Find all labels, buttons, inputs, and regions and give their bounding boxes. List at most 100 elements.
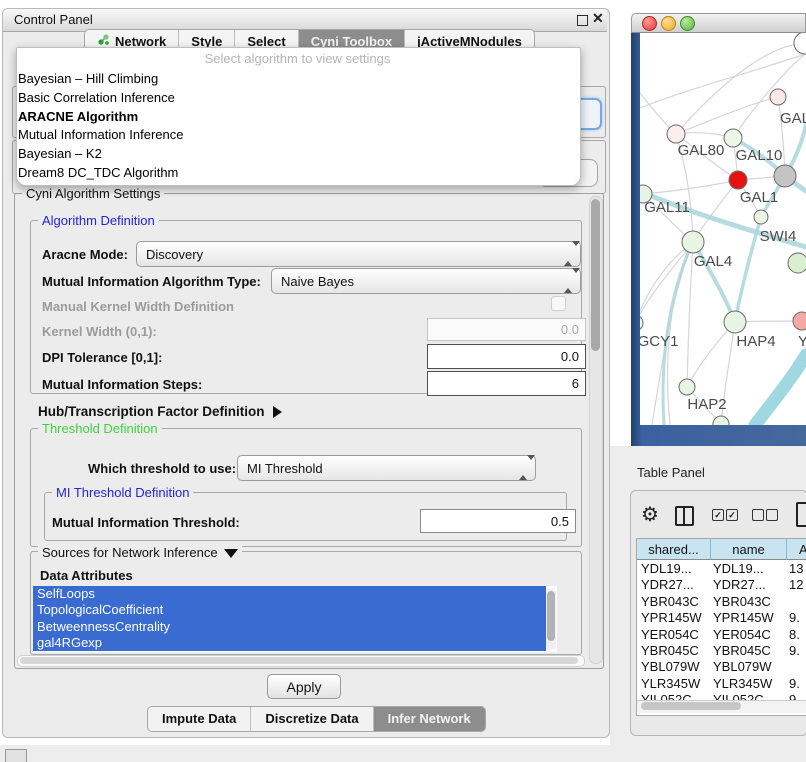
network-edge[interactable] [755,355,806,425]
column-header-partial[interactable]: A [787,539,806,560]
table-row[interactable]: YBR043CYBR043C [637,594,806,610]
aracne-mode-select[interactable]: Discovery [136,241,581,267]
dpi-tolerance-field[interactable]: 0.0 [427,344,586,369]
mi-type-select[interactable]: Naive Bayes [271,268,581,294]
attribute-item-betweennesscentrality[interactable]: BetweennessCentrality [33,619,546,635]
table-cell[interactable]: YDL19... [637,561,710,577]
table-row[interactable]: YPR145WYPR145W9. [637,610,806,626]
table-cell[interactable]: 8. [786,627,806,643]
network-window-titlebar[interactable] [631,13,806,33]
table-cell[interactable]: YDL19... [710,561,786,577]
tab-infer-network[interactable]: Infer Network [373,707,485,731]
checked-checkbox-icon[interactable]: ✓ [726,509,738,521]
table-horizontal-thumb[interactable] [641,702,741,710]
close-icon[interactable]: ✕ [592,10,604,27]
gear-icon[interactable]: ⚙ [641,502,659,527]
table-row[interactable]: YLR345WYLR345W9. [637,676,806,692]
attribute-item-gal4rgexp[interactable]: gal4RGexp [33,635,546,651]
network-graph[interactable]: GALGAL80GAL10GAL1GAL11SWI4GAL4GCY1HAP4YH… [640,33,806,425]
algorithm-item-basic-correlation-inference[interactable]: Basic Correlation Inference [18,89,538,108]
table-cell[interactable]: YBL079W [710,659,786,675]
network-node-node-salmon[interactable] [793,312,806,330]
network-canvas[interactable]: GALGAL80GAL10GAL1GAL11SWI4GAL4GCY1HAP4YH… [640,33,806,425]
table-cell[interactable]: YBR043C [637,594,710,610]
float-window-icon[interactable] [577,15,588,26]
tab-impute-data[interactable]: Impute Data [148,707,250,731]
network-node-gal-partial-top[interactable] [770,89,786,105]
algorithm-item-mutual-information-inference[interactable]: Mutual Information Inference [18,126,538,145]
table-row[interactable]: YBL079WYBL079W [637,659,806,675]
table-cell[interactable]: 9. [786,643,806,659]
algorithm-item-dream8-dc-tdc-algorithm[interactable]: Dream8 DC_TDC Algorithm [18,164,538,183]
algorithm-item-bayesian-hill-climbing[interactable]: Bayesian – Hill Climbing [18,70,538,89]
algorithm-item-bayesian-k2[interactable]: Bayesian – K2 [18,145,538,164]
manual-kernel-checkbox[interactable] [551,296,566,311]
network-edge[interactable] [687,242,693,387]
network-node-gcy1[interactable] [640,315,643,331]
columns-icon[interactable] [675,506,694,526]
network-node-hap4[interactable] [724,311,746,333]
tab-discretize-data[interactable]: Discretize Data [250,707,372,731]
table-row[interactable]: YIL052CYIL052C9. [637,692,806,700]
zoom-traffic-light-icon[interactable] [680,16,695,31]
table-cell[interactable] [786,659,806,675]
network-node-swi4[interactable] [754,210,768,224]
table-cell[interactable]: YIL052C [710,692,786,700]
apply-button[interactable]: Apply [267,674,341,699]
minimize-traffic-light-icon[interactable] [661,16,676,31]
table-row[interactable]: YDL19...YDL19...13 [637,561,806,577]
table-cell[interactable]: 9. [786,610,806,626]
mi-threshold-field[interactable]: 0.5 [420,509,576,533]
table-cell[interactable]: YLR345W [710,676,786,692]
table-cell[interactable]: YLR345W [637,676,710,692]
table-cell[interactable] [786,594,806,610]
which-threshold-select[interactable]: MI Threshold [237,455,536,481]
table-cell[interactable]: YER054C [637,627,710,643]
network-node-node-top-right[interactable] [794,33,806,54]
unchecked-checkbox-icon[interactable] [752,509,764,521]
table-row[interactable]: YBR045CYBR045C9. [637,643,806,659]
attribute-item-topologicalcoefficient[interactable]: TopologicalCoefficient [33,602,546,618]
table-cell[interactable]: 9. [786,676,806,692]
table-cell[interactable]: 13 [786,561,806,577]
table-cell[interactable]: YBL079W [637,659,710,675]
table-row[interactable]: YDR27...YDR27...12 [637,577,806,593]
table-cell[interactable]: YDR27... [710,577,786,593]
network-edge[interactable] [687,322,735,387]
column-header-name[interactable]: name [711,539,787,560]
table-cell[interactable]: YBR045C [637,643,710,659]
network-node-node-gray[interactable] [774,165,796,187]
table-cell[interactable]: YIL052C [637,692,710,700]
table-cell[interactable]: YPR145W [637,610,710,626]
column-header-shared-name[interactable]: shared... [637,539,711,560]
bottom-left-panel-button[interactable] [5,749,27,762]
network-node-gal10[interactable] [724,129,742,147]
algorithm-item-aracne-algorithm[interactable]: ARACNE Algorithm [18,108,538,127]
kernel-width-field[interactable]: 0.0 [427,318,586,341]
network-edge[interactable] [640,242,693,323]
network-edge[interactable] [640,242,693,323]
network-node-node-green-right[interactable] [788,253,806,273]
network-node-gal80[interactable] [667,125,685,143]
table-cell[interactable]: YBR043C [710,594,786,610]
network-edge[interactable] [676,97,778,134]
table-cell[interactable]: YDR27... [637,577,710,593]
data-attributes-list[interactable]: SelfLoopsTopologicalCoefficientBetweenne… [33,586,557,652]
table-cell[interactable]: YBR045C [710,643,786,659]
network-node-hap2[interactable] [679,379,695,395]
network-edge[interactable] [735,217,761,322]
table-row[interactable]: YER054CYER054C8. [637,627,806,643]
network-node-gal4[interactable] [682,231,704,253]
table-cell[interactable]: YPR145W [710,610,786,626]
hub-definition-toggle[interactable]: Hub/Transcription Factor Definition [38,404,282,419]
network-node-gal1[interactable] [729,171,747,189]
mi-steps-field[interactable]: 6 [427,371,586,396]
attribute-item-selfloops[interactable]: SelfLoops [33,586,546,602]
attributes-scrollbar-thumb[interactable] [547,591,555,641]
table-cell[interactable]: 9. [786,692,806,700]
table-cell[interactable]: YER054C [710,627,786,643]
unchecked-checkbox-icon[interactable] [766,509,778,521]
document-icon[interactable] [796,502,806,527]
network-edge[interactable] [643,180,738,194]
close-traffic-light-icon[interactable] [642,16,657,31]
